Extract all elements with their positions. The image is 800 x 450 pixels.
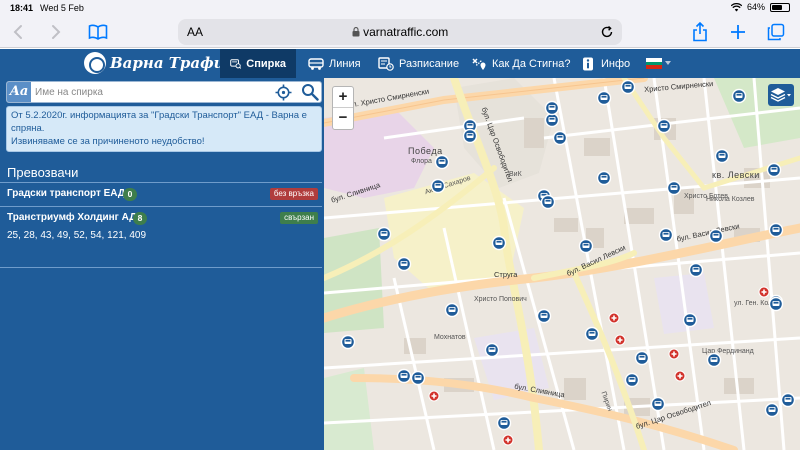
reload-icon[interactable] — [598, 23, 616, 41]
carrier-row[interactable]: Транстриумф Холдинг АД 8 свързан — [0, 208, 322, 230]
sidebar-panel: Aa От 5.2.2020г. информацията за "Градск… — [0, 78, 324, 450]
zoom-in-button[interactable]: + — [333, 87, 353, 108]
info-icon — [583, 57, 593, 70]
locate-crosshair-icon[interactable] — [275, 84, 292, 101]
language-caret-icon[interactable] — [665, 61, 671, 65]
logo-mark-icon — [84, 52, 106, 74]
nav-directions-label: Как Да Стигна? — [492, 57, 571, 70]
back-chevron-icon[interactable] — [6, 20, 30, 44]
lock-icon — [352, 27, 360, 37]
bus-icon — [308, 57, 324, 70]
map-street-label: Мохнатов — [434, 334, 466, 341]
map-street-label: ул. Ген. Колев — [734, 300, 780, 307]
map-street-label: Цар Фердинанд — [702, 348, 754, 355]
share-icon[interactable] — [688, 20, 712, 44]
nav-line-label: Линия — [329, 57, 361, 70]
new-tab-plus-icon[interactable] — [726, 20, 750, 44]
nav-timetable-label: Разписание — [399, 57, 460, 70]
nav-directions-tab[interactable]: Как Да Стигна? — [461, 49, 580, 78]
status-time: 18:41 — [10, 3, 34, 13]
map-district-label: Флора — [411, 158, 432, 165]
battery-fill — [772, 4, 783, 10]
directions-icon — [472, 57, 486, 70]
divider — [0, 182, 322, 183]
map-layers-button[interactable] — [768, 84, 794, 106]
status-date: Wed 5 Feb — [40, 3, 84, 13]
safari-toolbar: AA varnatraffic.com — [0, 16, 800, 48]
carrier-name: Градски транспорт ЕАД — [7, 188, 126, 199]
nav-info-label: Инфо — [601, 57, 631, 70]
map-district-label: кв. Левски — [712, 170, 760, 180]
map-street-label: Христо Попович — [474, 296, 527, 303]
forward-chevron-icon[interactable] — [44, 20, 68, 44]
nav-line-tab[interactable]: Линия — [298, 49, 371, 78]
carrier-count-badge: 8 — [133, 212, 147, 225]
map-district-label: Победа — [408, 146, 443, 156]
layers-icon — [770, 88, 791, 102]
city-map[interactable]: бул. Христо Смирненски Христо Смирненски… — [324, 78, 800, 450]
logo-text: Варна Трафик — [110, 54, 235, 72]
bus-stop-icon — [230, 58, 242, 69]
carrier-status-badge: свързан — [280, 212, 318, 224]
carrier-count-badge: 0 — [123, 188, 137, 201]
status-right: 64% — [730, 2, 790, 12]
carrier-row[interactable]: Градски транспорт ЕАД 0 без връзка — [0, 184, 322, 206]
battery-icon — [770, 2, 790, 12]
url-label: varnatraffic.com — [363, 25, 449, 39]
app-navbar: Варна Трафик Спирка Линия Разписание Как… — [0, 49, 800, 78]
nav-timetable-tab[interactable]: Разписание — [368, 49, 469, 78]
carrier-name: Транстриумф Холдинг АД — [7, 212, 137, 223]
zoom-control: + − — [332, 86, 354, 130]
carrier-lines-list: 25, 28, 43, 49, 52, 54, 121, 409 — [7, 230, 147, 241]
app-logo[interactable]: Варна Трафик — [84, 52, 235, 74]
map-street-label: Струга — [494, 270, 518, 279]
ios-status-bar: 18:41 Wed 5 Feb 64% — [0, 0, 800, 16]
carrier-status-badge: без връзка — [269, 188, 318, 200]
notice-text: От 5.2.2020г. информацията за "Градски Т… — [11, 110, 307, 147]
bulgarian-flag-icon[interactable] — [646, 58, 662, 69]
address-bar[interactable]: AA varnatraffic.com — [178, 19, 622, 45]
nav-stop-label: Спирка — [246, 57, 286, 70]
carriers-heading: Превозвачи — [7, 165, 79, 180]
wifi-icon — [730, 2, 743, 12]
url-text: varnatraffic.com — [178, 25, 622, 39]
aa-keyboard-toggle[interactable]: Aa — [7, 82, 31, 102]
service-notice: От 5.2.2020г. информацията за "Градски Т… — [6, 106, 322, 152]
divider — [0, 267, 322, 268]
flag-stripe-red — [646, 65, 662, 69]
timetable-icon — [378, 56, 394, 71]
divider — [0, 206, 322, 207]
nav-info-tab[interactable]: Инфо — [570, 49, 640, 78]
tabs-overview-icon[interactable] — [764, 20, 788, 44]
nav-stop-tab[interactable]: Спирка — [220, 49, 296, 78]
bookmarks-book-icon[interactable] — [86, 20, 110, 44]
stop-search-input[interactable] — [35, 84, 255, 100]
map-street-label: Никола Козлев — [706, 196, 755, 203]
zoom-out-button[interactable]: − — [333, 108, 353, 129]
stop-search-bar: Aa — [6, 81, 322, 103]
search-icon[interactable] — [301, 83, 319, 101]
battery-percent: 64% — [746, 2, 765, 12]
